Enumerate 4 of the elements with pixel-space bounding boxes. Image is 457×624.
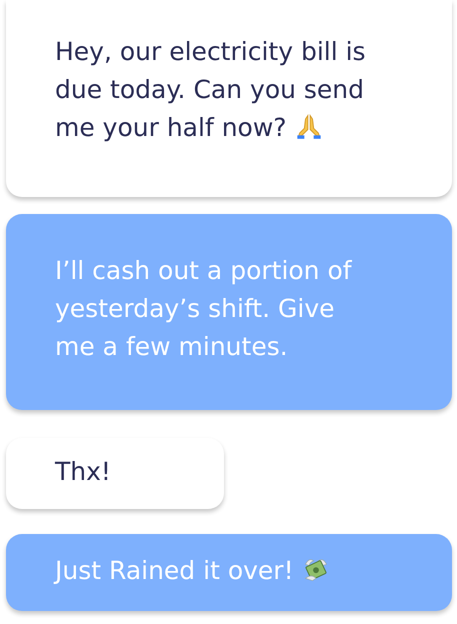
message-text: Thx!	[55, 456, 112, 488]
message-text: I’ll cash out a portion of yesterday’s shift. Give me a few minutes.	[55, 255, 353, 363]
message-text: Hey, our electricity bill is due today. Can you send me your half now?	[55, 36, 367, 144]
message-text: Just Rained it over!	[55, 552, 432, 590]
